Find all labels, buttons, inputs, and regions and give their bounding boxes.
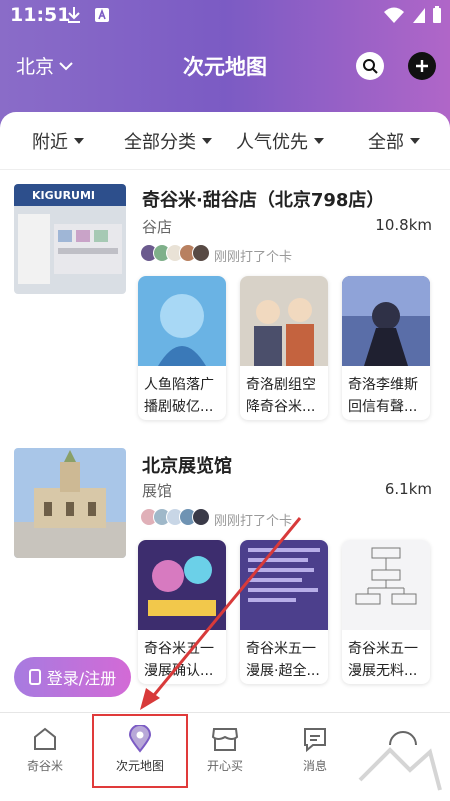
highlight-box	[92, 714, 188, 788]
home-icon	[34, 727, 56, 750]
post-image	[138, 540, 226, 630]
post-card[interactable]: 奇谷米五一漫展无料...	[342, 540, 430, 684]
app-notification-icon	[95, 8, 109, 22]
checkin-avatars	[140, 508, 210, 526]
dropdown-triangle-icon	[202, 138, 212, 144]
place-name[interactable]: 北京展览馆	[142, 452, 232, 478]
place-thumbnail[interactable]: KIGURUMI	[14, 184, 126, 294]
post-image	[342, 540, 430, 630]
filter-label: 全部	[368, 132, 404, 153]
place-category: 展馆	[142, 482, 173, 500]
status-time: 11:51	[10, 4, 71, 26]
dropdown-triangle-icon	[314, 138, 324, 144]
post-title: 奇洛李维斯回信有聲...	[348, 377, 418, 415]
place-distance: 10.8km	[375, 216, 432, 234]
phone-icon	[28, 669, 41, 685]
store-sign: KIGURUMI	[32, 189, 96, 202]
avatar	[192, 244, 210, 262]
place-category: 谷店	[142, 218, 173, 236]
place-distance: 6.1km	[384, 480, 432, 498]
avatar	[192, 508, 210, 526]
checkin-avatars	[140, 244, 210, 262]
nav-label: 消息	[302, 759, 327, 773]
place-thumbnail[interactable]	[14, 448, 126, 558]
nav-shop[interactable]: 开心买	[180, 725, 270, 774]
place-card[interactable]: KIGURUMI 奇谷米·甜谷店（北京798店） 谷店 10.8km 刚刚打了个…	[0, 182, 450, 422]
plus-icon	[416, 60, 428, 72]
battery-icon	[433, 6, 441, 23]
post-list: 人鱼陷落广播剧破亿... 奇洛剧组空降奇谷米... 奇洛李维斯回信有聲...	[138, 276, 430, 420]
checkin-text: 刚刚打了个卡	[214, 250, 293, 265]
post-list: 奇谷米五一漫展确认... 奇谷米五一漫展·超全... 奇谷米五一漫展无料...	[138, 540, 430, 684]
place-name[interactable]: 奇谷米·甜谷店（北京798店）	[142, 186, 384, 212]
login-register-button[interactable]: 登录/注册	[14, 657, 131, 697]
watermark-logo	[358, 747, 442, 791]
checkin-text: 刚刚打了个卡	[214, 514, 293, 529]
post-card[interactable]: 奇洛剧组空降奇谷米...	[240, 276, 328, 420]
post-title: 人鱼陷落广播剧破亿...	[144, 377, 214, 415]
filter-nearby[interactable]: 附近	[32, 128, 84, 154]
nav-label: 开心买	[206, 759, 243, 773]
message-icon	[304, 728, 326, 753]
post-image	[138, 276, 226, 366]
dropdown-triangle-icon	[74, 138, 84, 144]
title-bar: 北京 次元地图	[0, 42, 450, 88]
filter-label: 全部分类	[124, 132, 196, 153]
search-button[interactable]	[356, 52, 384, 80]
post-title: 奇谷米五一漫展无料...	[348, 641, 418, 679]
filter-sort[interactable]: 人气优先	[236, 128, 324, 154]
store-icon	[211, 728, 239, 751]
post-title: 奇谷米五一漫展·超全...	[246, 641, 320, 679]
nav-home[interactable]: 奇谷米	[0, 725, 90, 774]
signal-icon	[413, 8, 425, 23]
filter-all[interactable]: 全部	[368, 128, 420, 154]
nav-label: 奇谷米	[26, 759, 63, 773]
post-card[interactable]: 奇谷米五一漫展·超全...	[240, 540, 328, 684]
wifi-icon	[384, 7, 404, 23]
dropdown-triangle-icon	[410, 138, 420, 144]
filter-label: 人气优先	[236, 132, 308, 153]
search-icon	[363, 59, 378, 74]
filter-label: 附近	[32, 132, 68, 153]
filter-bar: 附近 全部分类 人气优先 全部	[0, 112, 450, 170]
nav-messages[interactable]: 消息	[270, 725, 360, 774]
download-icon	[68, 7, 80, 23]
post-card[interactable]: 奇洛李维斯回信有聲...	[342, 276, 430, 420]
post-image	[240, 540, 328, 630]
post-title: 奇洛剧组空降奇谷米...	[246, 377, 316, 415]
login-register-label: 登录/注册	[46, 669, 117, 688]
post-image	[240, 276, 328, 366]
status-bar: 11:51	[0, 0, 450, 34]
post-card[interactable]: 人鱼陷落广播剧破亿...	[138, 276, 226, 420]
filter-category[interactable]: 全部分类	[124, 128, 212, 154]
post-image	[342, 276, 430, 366]
post-title: 奇谷米五一漫展确认...	[144, 641, 214, 679]
add-button[interactable]	[408, 52, 436, 80]
post-card[interactable]: 奇谷米五一漫展确认...	[138, 540, 226, 684]
